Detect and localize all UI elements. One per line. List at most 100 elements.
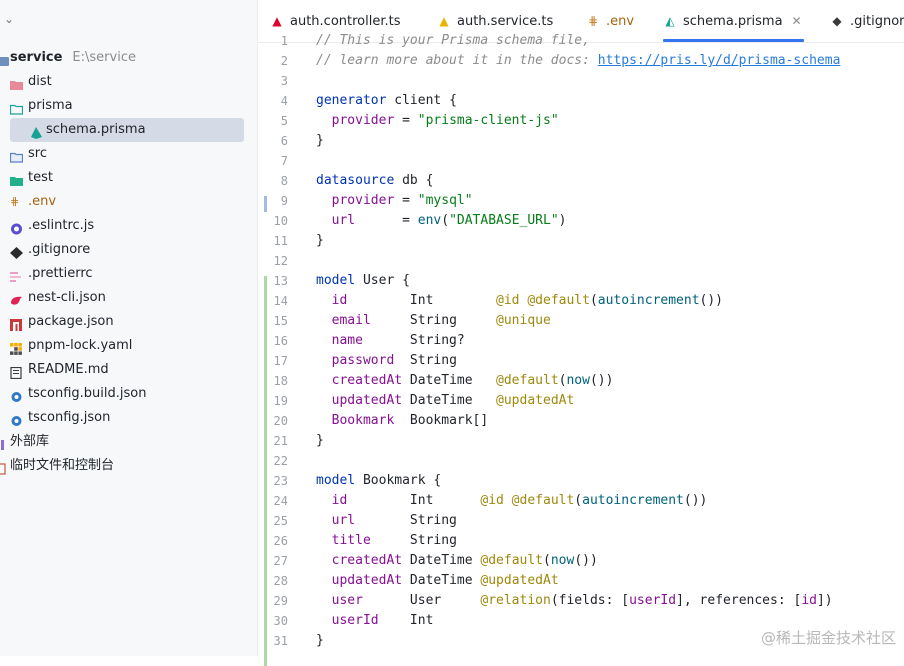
code-line[interactable]: Bookmark Bookmark[] <box>316 413 489 428</box>
code-line[interactable]: id Int @id @default(autoincrement()) <box>316 293 723 308</box>
scratch-icon <box>0 460 7 475</box>
code-line[interactable]: provider = "prisma-client-js" <box>316 113 559 128</box>
markdown-icon <box>10 364 23 380</box>
line-number: 1 <box>280 34 288 48</box>
line-number: 18 <box>273 374 288 388</box>
line-number: 17 <box>273 354 288 368</box>
tree-item-schema-prisma[interactable]: schema.prisma <box>10 118 244 142</box>
code-line[interactable]: model User { <box>316 273 410 288</box>
tree-item-pnpm-lock[interactable]: pnpm-lock.yaml <box>0 334 257 358</box>
line-number: 8 <box>280 174 288 188</box>
git-icon <box>10 244 23 259</box>
eslint-icon <box>10 220 23 235</box>
code-line[interactable]: title String <box>316 533 457 548</box>
project-root[interactable]: service E:\service <box>0 46 257 70</box>
folder-green-icon <box>10 172 23 186</box>
tab-label: .env <box>606 14 635 29</box>
code-line[interactable]: userId Int <box>316 613 434 628</box>
tree-item-readme[interactable]: README.md <box>0 358 257 382</box>
pnpm-icon <box>10 340 23 355</box>
tree-item-nest-cli[interactable]: nest-cli.json <box>0 286 257 310</box>
tab-label: auth.controller.ts <box>290 14 401 29</box>
tree-item-scratches[interactable]: 临时文件和控制台 <box>0 454 257 478</box>
tree-item-env[interactable]: ⋕ .env <box>0 190 257 214</box>
code-line[interactable]: } <box>316 633 324 648</box>
line-number: 3 <box>280 74 288 88</box>
tree-item-label: .eslintrc.js <box>28 218 95 233</box>
env-icon: ⋕ <box>10 195 20 208</box>
code-line[interactable]: url = env("DATABASE_URL") <box>316 213 567 228</box>
line-number: 23 <box>273 474 288 488</box>
tree-item-external-libraries[interactable]: 外部库 <box>0 430 257 454</box>
line-number: 11 <box>273 234 288 248</box>
code-line[interactable]: user User @relation(fields: [userId], re… <box>316 593 833 608</box>
tab-label: schema.prisma <box>683 14 783 29</box>
line-number: 2 <box>280 54 288 68</box>
close-tab-icon[interactable]: ✕ <box>792 14 802 28</box>
code-line[interactable]: updatedAt DateTime @updatedAt <box>316 573 559 588</box>
tree-item-label: tsconfig.build.json <box>28 386 147 401</box>
folder-blue-icon <box>9 148 24 163</box>
line-number: 7 <box>280 154 288 168</box>
tree-item-label: README.md <box>28 362 109 377</box>
code-line[interactable]: generator client { <box>316 93 457 108</box>
code-line[interactable]: // This is your Prisma schema file, <box>316 33 590 48</box>
line-number: 27 <box>273 554 288 568</box>
code-line[interactable]: // learn more about it in the docs: http… <box>316 53 840 68</box>
code-line[interactable]: updatedAt DateTime @updatedAt <box>316 393 575 408</box>
code-line[interactable]: } <box>316 233 324 248</box>
tree-item-label: 外部库 <box>10 434 50 449</box>
line-number: 21 <box>273 434 288 448</box>
chevron-down-icon[interactable]: ⌄ <box>4 12 14 26</box>
tsconfig-icon <box>10 388 23 402</box>
code-line[interactable]: datasource db { <box>316 173 433 188</box>
code-line[interactable]: createdAt DateTime @default(now()) <box>316 373 614 388</box>
code-editor[interactable]: 1 // This is your Prisma schema file, 2 // … <box>258 33 904 666</box>
code-line[interactable]: password String <box>316 353 457 368</box>
tree-item-label: pnpm-lock.yaml <box>28 338 133 353</box>
line-number: 9 <box>280 194 288 208</box>
tree-item-tsconfig-build[interactable]: tsconfig.build.json <box>0 382 257 406</box>
code-line[interactable]: email String @unique <box>316 313 551 328</box>
tree-item-gitignore[interactable]: .gitignore <box>0 238 257 262</box>
prisma-icon <box>30 124 43 139</box>
line-number: 29 <box>273 594 288 608</box>
tree-item-prisma[interactable]: prisma <box>0 94 257 118</box>
project-path: E:\service <box>72 50 136 65</box>
npm-icon <box>10 316 23 331</box>
line-number: 31 <box>273 634 288 648</box>
tree-item-package-json[interactable]: package.json <box>0 310 257 334</box>
tree-item-tsconfig[interactable]: tsconfig.json <box>0 406 257 430</box>
line-number: 22 <box>273 454 288 468</box>
tree-item-label: test <box>28 170 53 185</box>
code-line[interactable]: } <box>316 433 324 448</box>
tree-item-src[interactable]: src <box>0 142 257 166</box>
tree-item-label: 临时文件和控制台 <box>10 458 115 473</box>
tree-item-eslintrc[interactable]: .eslintrc.js <box>0 214 257 238</box>
tab-schema-prisma[interactable]: ◭ schema.prisma ✕ <box>663 0 804 42</box>
project-tree-panel: ⌄ service E:\service dist prisma schema.p… <box>0 0 258 656</box>
line-number: 6 <box>280 134 288 148</box>
tab-gitignore[interactable]: ◆ .gitignore <box>830 0 904 42</box>
active-tab-indicator <box>663 39 804 42</box>
tree-item-prettierrc[interactable]: .prettierrc <box>0 262 257 286</box>
tree-item-dist[interactable]: dist <box>0 70 257 94</box>
code-line[interactable]: model Bookmark { <box>316 473 441 488</box>
line-number: 30 <box>273 614 288 628</box>
git-icon: ◆ <box>832 14 842 28</box>
library-icon <box>0 436 7 450</box>
line-number: 19 <box>273 394 288 408</box>
line-number: 26 <box>273 534 288 548</box>
code-line[interactable]: url String <box>316 513 457 528</box>
code-line[interactable]: } <box>316 133 324 148</box>
code-line[interactable]: name String? <box>316 333 465 348</box>
tree-item-label: .env <box>28 194 57 209</box>
code-line[interactable]: id Int @id @default(autoincrement()) <box>316 493 708 508</box>
tree-item-label: tsconfig.json <box>28 410 111 425</box>
tab-env[interactable]: ⋕ .env <box>586 0 634 42</box>
prettier-icon <box>10 268 23 282</box>
folder-icon <box>0 52 9 66</box>
code-line[interactable]: provider = "mysql" <box>316 193 473 208</box>
tree-item-test[interactable]: test <box>0 166 257 190</box>
code-line[interactable]: createdAt DateTime @default(now()) <box>316 553 598 568</box>
